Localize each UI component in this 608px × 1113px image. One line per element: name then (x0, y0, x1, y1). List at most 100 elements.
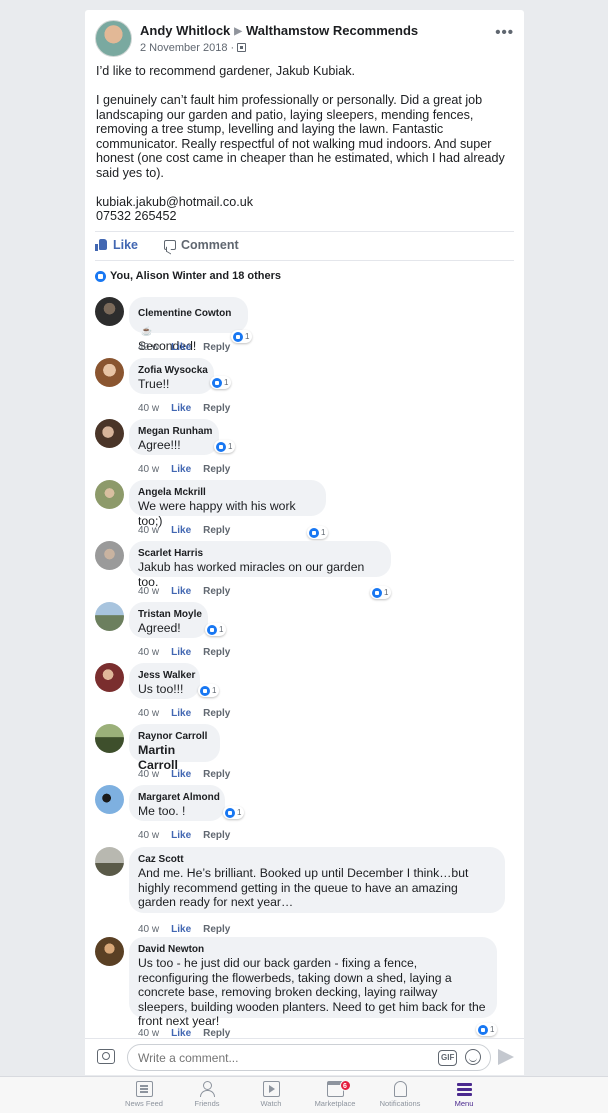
commenter-name[interactable]: Caz Scott (138, 853, 495, 866)
gif-button[interactable]: GIF (438, 1050, 458, 1066)
reaction-count: 1 (212, 686, 217, 695)
comment-reply-button[interactable]: Reply (203, 769, 230, 780)
comment-like-button[interactable]: Like (171, 342, 191, 353)
comment-meta: 40 w Like Reply (138, 464, 230, 475)
comment-reply-button[interactable]: Reply (203, 586, 230, 597)
commenter-name[interactable]: Tristan Moyle (138, 608, 202, 621)
comment-reactions[interactable]: 1 (210, 376, 232, 389)
tab-menu[interactable]: Menu (433, 1081, 495, 1108)
comment-time[interactable]: 40 w (138, 403, 159, 414)
comment-time[interactable]: 40 w (138, 342, 159, 353)
camera-icon[interactable] (97, 1049, 115, 1064)
tab-friends[interactable]: Friends (176, 1081, 238, 1108)
tab-marketplace[interactable]: 6 Marketplace (304, 1080, 366, 1108)
comment-reactions[interactable]: 1 (214, 440, 236, 453)
post-header: Andy Whitlock ▶ Walthamstow Recommends 2 N… (95, 20, 514, 60)
comment-like-button[interactable]: Like (171, 464, 191, 475)
comment-meta: 40 w Like Reply (138, 586, 230, 597)
comment-item: David Newton Us too - he just did our bac… (95, 937, 514, 1042)
comment-bubble: Scarlet Harris Jakub has worked miracles … (129, 541, 391, 589)
comment-time[interactable]: 40 w (138, 769, 159, 780)
comment-reactions[interactable]: 1 (476, 1023, 498, 1036)
comment-meta: 40 w Like Reply (138, 403, 230, 414)
commenter-name[interactable]: Clementine Cowton (138, 308, 231, 319)
comment-time[interactable]: 40 w (138, 830, 159, 841)
commenter-avatar[interactable] (95, 541, 124, 570)
post-date[interactable]: 2 November 2018 · (140, 42, 234, 54)
commenter-avatar[interactable] (95, 419, 124, 448)
comment-text: Agreed! (138, 621, 181, 635)
commenter-name[interactable]: Scarlet Harris (138, 547, 381, 560)
comment-time[interactable]: 40 w (138, 464, 159, 475)
commenter-name[interactable]: Megan Runham (138, 425, 212, 438)
comment-time[interactable]: 40 w (138, 647, 159, 658)
group-name[interactable]: Walthamstow Recommends (246, 23, 418, 38)
comment-like-button[interactable]: Like (171, 403, 191, 414)
comment-reply-button[interactable]: Reply (203, 403, 230, 414)
comment-like-button[interactable]: Like (171, 708, 191, 719)
like-reaction-icon (207, 624, 217, 635)
comment-meta: 40 w Like Reply (138, 769, 230, 780)
comment-input[interactable] (127, 1044, 491, 1071)
comment-like-button[interactable]: Like (171, 586, 191, 597)
send-icon[interactable] (498, 1049, 514, 1065)
author-name[interactable]: Andy Whitlock (140, 23, 230, 38)
commenter-name[interactable]: David Newton (138, 943, 487, 956)
commenter-avatar[interactable] (95, 602, 124, 631)
commenter-avatar[interactable] (95, 847, 124, 876)
comment-like-button[interactable]: Like (171, 647, 191, 658)
commenter-avatar[interactable] (95, 297, 124, 326)
commenter-avatar[interactable] (95, 480, 124, 509)
comment-reply-button[interactable]: Reply (203, 708, 230, 719)
author-avatar[interactable] (95, 20, 132, 57)
comment-reactions[interactable]: 1 (307, 526, 329, 539)
comment-time[interactable]: 40 w (138, 924, 159, 935)
tab-news-feed[interactable]: News Feed (113, 1081, 175, 1108)
like-reaction-icon (200, 685, 210, 696)
comment-button[interactable]: Comment (164, 238, 504, 252)
commenter-avatar[interactable] (95, 724, 124, 753)
comment-reply-button[interactable]: Reply (203, 647, 230, 658)
commenter-avatar[interactable] (95, 663, 124, 692)
bell-icon (393, 1081, 407, 1097)
comment-reply-button[interactable]: Reply (203, 525, 230, 536)
comment-reply-button[interactable]: Reply (203, 924, 230, 935)
comment-item: Jess Walker Us too!!! 1 40 w Like Reply (95, 663, 514, 722)
commenter-avatar[interactable] (95, 358, 124, 387)
commenter-name[interactable]: Zofia Wysocka (138, 364, 208, 377)
commenter-name[interactable]: Raynor Carroll (138, 730, 210, 743)
notification-badge: 6 (339, 1080, 351, 1091)
commenter-avatar[interactable] (95, 785, 124, 814)
like-button[interactable]: Like (95, 238, 138, 252)
comment-reactions[interactable]: 1 (198, 684, 220, 697)
comment-text: And me. He’s brilliant. Booked up until … (138, 866, 469, 909)
commenter-name[interactable]: Angela Mckrill (138, 486, 316, 499)
more-options-icon[interactable]: ••• (495, 24, 514, 41)
comment-like-button[interactable]: Like (171, 769, 191, 780)
commenter-avatar[interactable] (95, 937, 124, 966)
tab-watch[interactable]: Watch (240, 1081, 302, 1108)
post-email: kubiak.jakub@hotmail.co.uk (96, 194, 253, 209)
emoji-icon[interactable] (465, 1049, 481, 1065)
tab-notifications[interactable]: Notifications (369, 1081, 431, 1108)
comment-reactions[interactable]: 1 (223, 806, 245, 819)
comment-time[interactable]: 40 w (138, 708, 159, 719)
reactions-summary[interactable]: You, Alison Winter and 18 others (95, 270, 281, 282)
comment-reactions[interactable]: 1 (231, 330, 253, 343)
comment-time[interactable]: 40 w (138, 586, 159, 597)
comment-reactions[interactable]: 1 (370, 586, 392, 599)
comment-like-button[interactable]: Like (171, 525, 191, 536)
comment-like-button[interactable]: Like (171, 924, 191, 935)
comment-reactions[interactable]: 1 (205, 623, 227, 636)
comment-like-button[interactable]: Like (171, 830, 191, 841)
tagged-person-link[interactable]: Martin Carroll (138, 743, 210, 772)
comment-reply-button[interactable]: Reply (203, 830, 230, 841)
commenter-name[interactable]: Margaret Almond (138, 791, 220, 804)
post-meta: 2 November 2018 · (140, 42, 247, 54)
like-reaction-icon (478, 1024, 488, 1035)
comment-bubble: Caz Scott And me. He’s brilliant. Booked … (129, 847, 505, 913)
comment-reply-button[interactable]: Reply (203, 464, 230, 475)
commenter-name[interactable]: Jess Walker (138, 669, 195, 682)
comment-time[interactable]: 40 w (138, 525, 159, 536)
comment-reply-button[interactable]: Reply (203, 342, 230, 353)
